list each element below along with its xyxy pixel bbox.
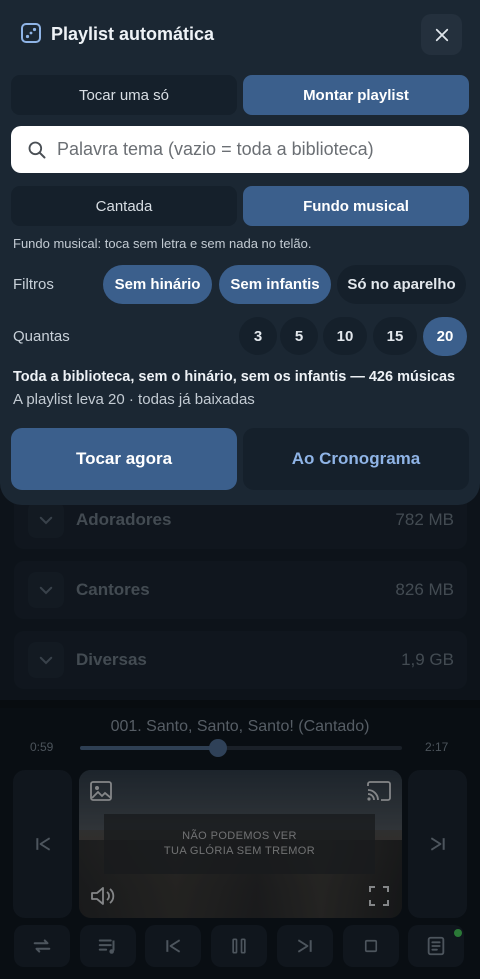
playlist-summary: Toda a biblioteca, sem o hinário, sem os…: [13, 369, 456, 385]
panel-title: Playlist automática: [51, 24, 215, 44]
theme-search-field[interactable]: [11, 126, 469, 173]
filter-device-only[interactable]: Só no aparelho: [337, 265, 466, 304]
count-option-10[interactable]: 10: [323, 317, 367, 355]
close-icon: [435, 28, 448, 41]
tab-play-one[interactable]: Tocar uma só: [11, 75, 237, 115]
search-icon: [28, 141, 46, 158]
type-hint: Fundo musical: toca sem letra e sem nada…: [13, 236, 312, 251]
count-option-3[interactable]: 3: [239, 317, 277, 355]
add-to-schedule-button[interactable]: Ao Cronograma: [243, 428, 469, 490]
auto-playlist-panel: Playlist automática Tocar uma só Montar …: [0, 0, 480, 505]
count-option-15[interactable]: 15: [373, 317, 417, 355]
filters-label: Filtros: [13, 276, 54, 293]
play-now-button[interactable]: Tocar agora: [11, 428, 237, 490]
filter-no-hymnal[interactable]: Sem hinário: [103, 265, 212, 304]
filter-no-children[interactable]: Sem infantis: [219, 265, 331, 304]
count-label: Quantas: [13, 328, 70, 345]
close-button[interactable]: [421, 14, 462, 55]
tab-background-music[interactable]: Fundo musical: [243, 186, 469, 226]
tab-build-playlist[interactable]: Montar playlist: [243, 75, 469, 115]
count-option-5[interactable]: 5: [280, 317, 318, 355]
count-option-20[interactable]: 20: [423, 317, 467, 356]
dice-icon: [20, 22, 42, 49]
search-input[interactable]: [57, 139, 457, 160]
tab-sung[interactable]: Cantada: [11, 186, 237, 226]
playlist-subsummary: A playlist leva 20 · todas já baixadas: [13, 391, 255, 408]
